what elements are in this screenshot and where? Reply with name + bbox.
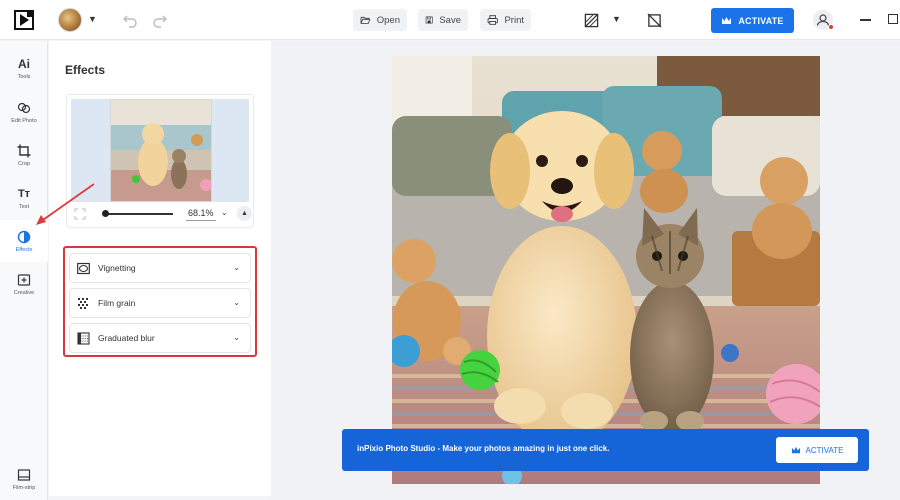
chevron-down-icon: ⌄ [233,333,240,342]
activation-banner: inPixio Photo Studio - Make your photos … [342,429,869,471]
project-thumbnail-menu[interactable]: ▼ [58,8,97,32]
crown-icon [722,16,732,24]
compare-icon[interactable] [584,13,599,28]
printer-icon [487,15,498,25]
effects-icon [17,230,31,243]
effects-panel: Effects 68.1% ⌄ ▲ Vignetting ⌄ Film grai… [49,41,271,496]
chevron-down-icon[interactable]: ▼ [612,14,621,24]
vignetting-icon [77,262,90,274]
print-button[interactable]: Print [480,9,531,31]
activate-button-label: ACTIVATE [738,15,784,26]
text-icon: Tт [17,187,31,200]
preview-thumbnail-image [111,100,211,201]
rail-item-label: Tools [17,73,31,80]
rail-item-label: Edit Photo [11,117,37,124]
film-grain-icon [78,297,88,309]
redo-icon[interactable] [152,12,168,28]
rail-item-edit-photo[interactable]: Edit Photo [0,91,48,133]
annotation-arrow [36,183,95,225]
chevron-down-icon[interactable]: ⌄ [221,208,228,217]
open-button[interactable]: Open [353,9,407,31]
restore-window-icon[interactable] [888,14,898,24]
notification-dot [828,24,834,30]
chevron-down-icon: ⌄ [233,263,240,272]
film-strip-icon [17,468,31,481]
effect-film-grain[interactable]: Film grain ⌄ [69,288,251,318]
rail-item-label: Creative [13,289,35,296]
chevron-up-icon: ▲ [241,210,248,217]
minimize-icon[interactable] [860,19,871,21]
rail-item-film-strip[interactable]: Film-strip [0,458,48,500]
effect-label: Film grain [98,298,136,308]
undo-icon[interactable] [122,12,138,28]
top-toolbar: ▼ Open Save Print ▼ ACTIVATE [0,0,900,40]
rail-item-label: Film-strip [12,484,36,491]
effect-label: Vignetting [98,263,136,273]
banner-message: inPixio Photo Studio - Make your photos … [357,444,610,453]
effect-graduated-blur[interactable]: Graduated blur ⌄ [69,323,251,353]
edit-photo-icon [17,102,31,113]
effects-list: Vignetting ⌄ Film grain ⌄ Graduated blur… [63,246,257,357]
save-button[interactable]: Save [418,9,468,31]
folder-open-icon [360,16,371,24]
print-button-label: Print [504,14,524,26]
zoom-slider-handle[interactable] [102,210,109,217]
avatar[interactable] [58,8,82,32]
app-logo-icon [14,10,34,30]
collapse-navigator-button[interactable]: ▲ [237,206,252,221]
save-icon [425,16,433,24]
crown-icon [791,446,800,453]
crop-icon [17,144,31,157]
save-button-label: Save [439,14,461,26]
rail-item-label: Text [18,203,30,210]
navigator-viewport[interactable] [110,99,212,202]
rail-item-label: Effects [15,246,33,253]
hide-original-icon[interactable] [647,13,662,28]
creative-icon [17,273,31,286]
rail-item-creative[interactable]: Creative [0,263,48,305]
rail-item-label: Crop [18,160,30,167]
panel-title: Effects [65,63,106,77]
ai-icon: Ai [18,56,30,71]
edited-photo[interactable] [392,56,820,484]
activate-button[interactable]: ACTIVATE [711,8,794,33]
open-button-label: Open [376,14,400,26]
photo-image [392,56,820,484]
chevron-down-icon[interactable]: ▼ [88,14,97,24]
photo-canvas: inPixio Photo Studio - Make your photos … [271,41,900,500]
banner-activate-label: ACTIVATE [805,445,844,455]
banner-activate-button[interactable]: ACTIVATE [776,437,858,463]
rail-item-crop[interactable]: Crop [0,134,48,176]
effect-vignetting[interactable]: Vignetting ⌄ [69,253,251,283]
graduated-blur-icon [77,331,90,345]
rail-item-tools[interactable]: Ai Tools [0,47,48,89]
zoom-slider-track[interactable] [103,213,173,215]
tool-rail: Ai Tools Edit Photo Crop Tт Text Effects… [0,41,48,500]
zoom-value-underline [186,220,216,221]
effect-label: Graduated blur [98,333,155,343]
chevron-down-icon: ⌄ [233,298,240,307]
zoom-value[interactable]: 68.1% [188,208,214,218]
